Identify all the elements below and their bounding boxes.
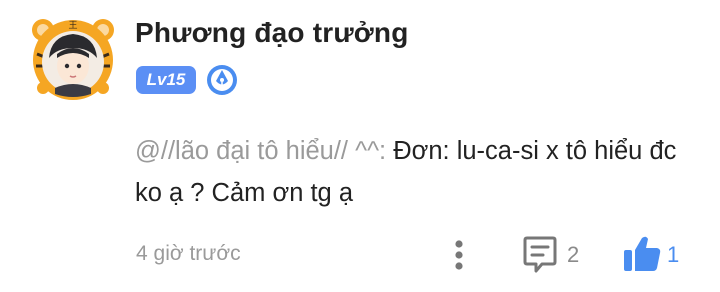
thumbs-up-icon[interactable] <box>622 234 662 274</box>
comment-mention[interactable]: @//lão đại tô hiểu// ^^: <box>135 137 386 165</box>
avatar[interactable]: 王 <box>29 14 117 102</box>
level-badge: Lv15 <box>136 66 196 94</box>
comment-text: @//lão đại tô hiểu// ^^: Đơn: lu-ca-si x… <box>135 130 695 214</box>
pen-nib-icon <box>206 64 238 96</box>
more-options-icon[interactable] <box>448 236 470 276</box>
like-count: 1 <box>667 242 680 267</box>
username[interactable]: Phương đạo trưởng <box>135 17 409 49</box>
comment-icon[interactable] <box>522 236 558 274</box>
svg-text:王: 王 <box>68 20 77 31</box>
reply-count: 2 <box>567 242 580 267</box>
timestamp: 4 giờ trước <box>136 242 241 265</box>
level-label: Lv15 <box>146 70 186 89</box>
